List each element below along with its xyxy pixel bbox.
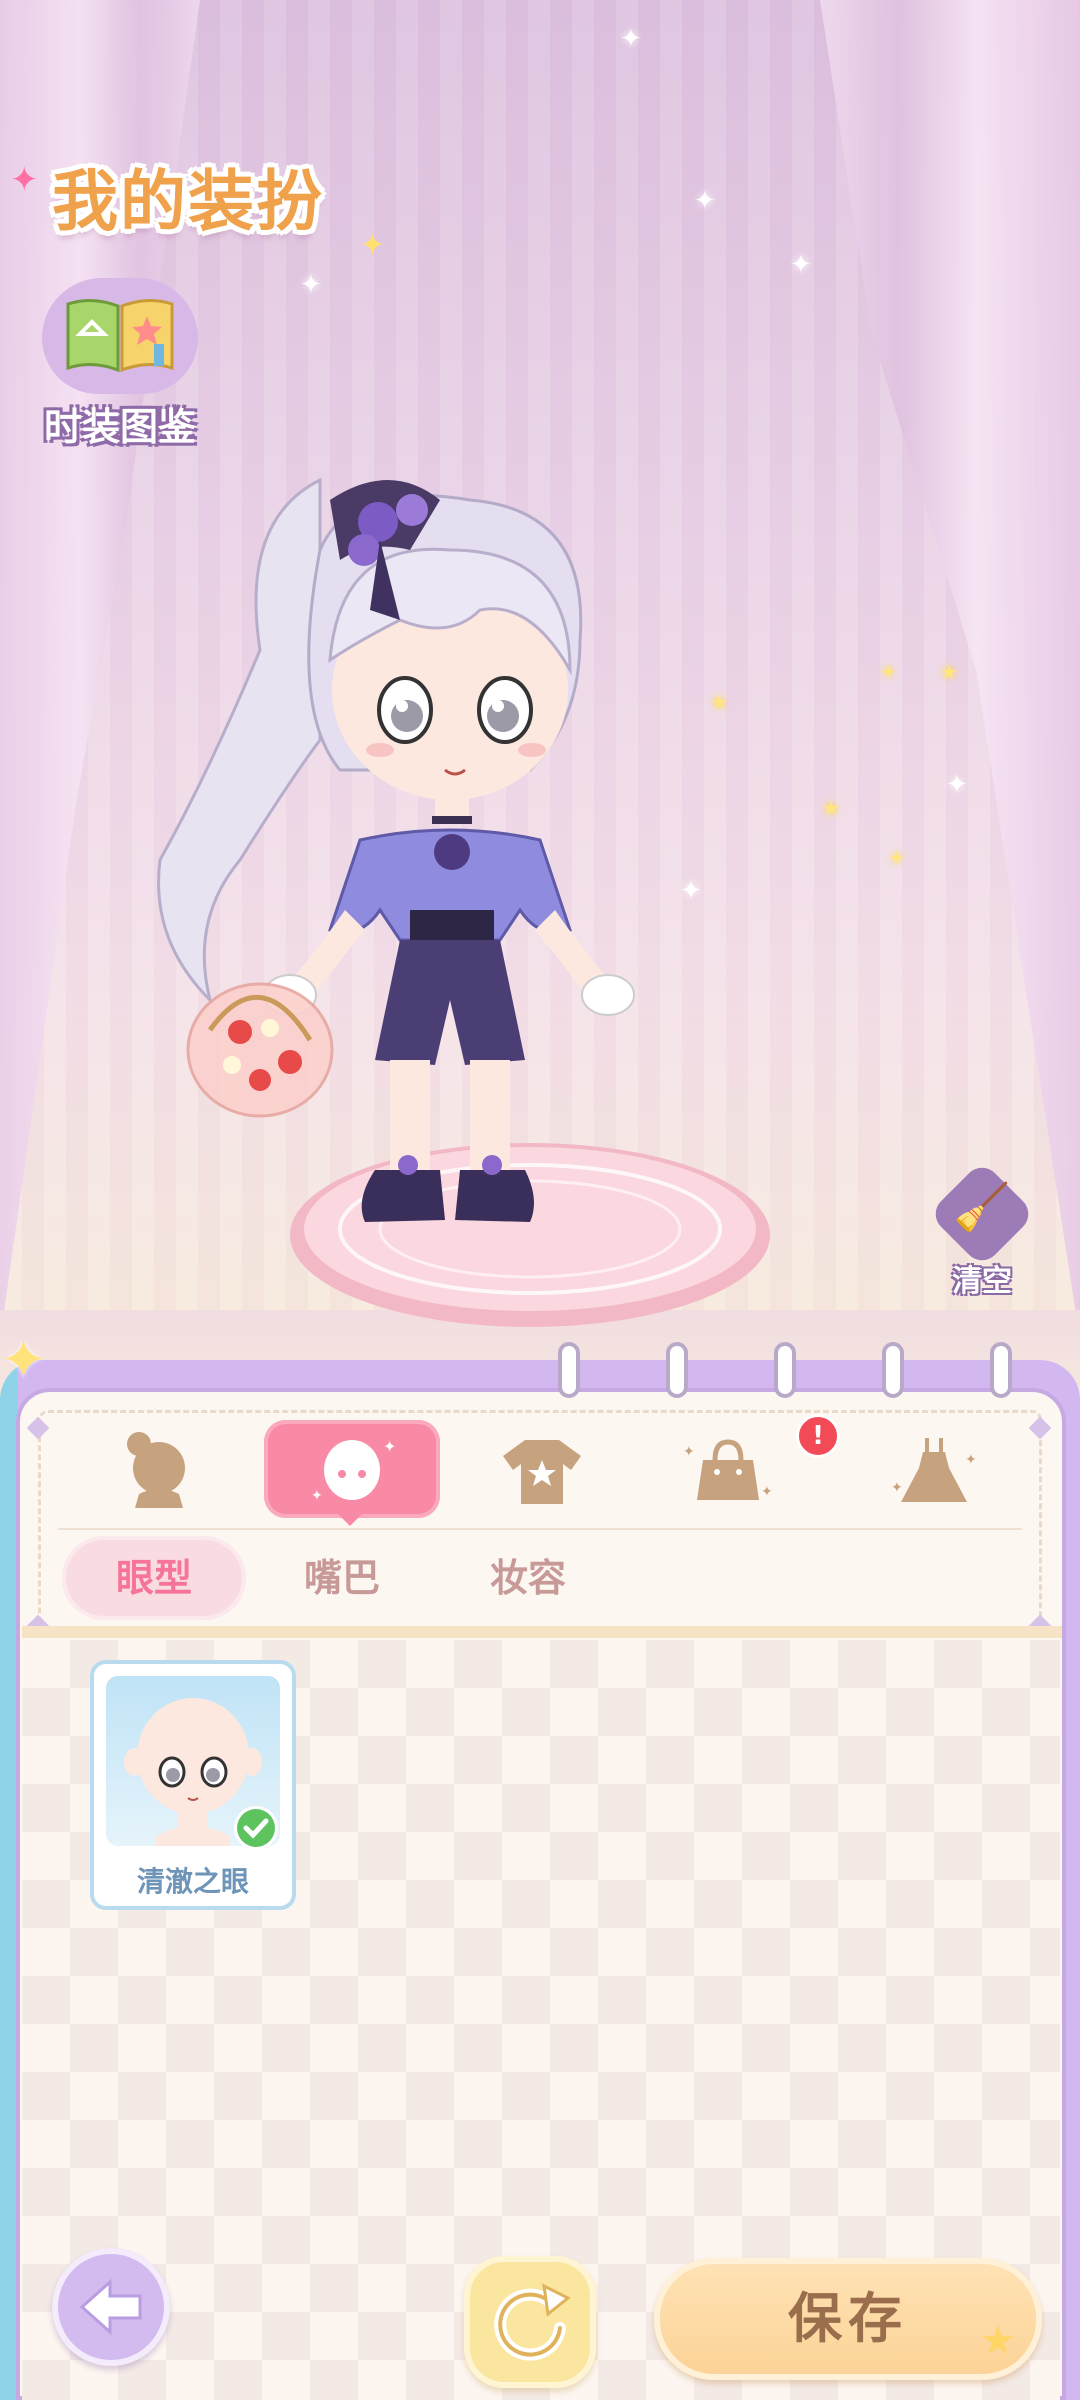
reset-button[interactable]	[464, 2256, 596, 2388]
new-item-badge: !	[796, 1414, 840, 1458]
sparkle-icon: ✦	[790, 250, 812, 280]
subtab-mouth[interactable]: 嘴巴	[262, 1536, 422, 1620]
binder-ring	[882, 1342, 904, 1398]
gold-sparkle-icon: ✦	[880, 660, 897, 684]
face-icon: ✦ ✦	[311, 1437, 396, 1504]
svg-text:✦: ✦	[311, 1488, 323, 1504]
panel-band	[22, 1626, 1062, 1638]
yellow-star-icon: ✦	[360, 228, 386, 263]
subtab-eye-shape[interactable]: 眼型	[62, 1536, 246, 1620]
catalog-book-icon	[66, 299, 174, 373]
refresh-icon	[494, 2283, 571, 2361]
gold-sparkle-icon: ✦	[888, 846, 905, 870]
sparkle-icon: ✦	[300, 270, 322, 300]
svg-text:✦: ✦	[761, 1484, 773, 1500]
binder-ring	[666, 1342, 688, 1398]
tab-face[interactable]: ✦ ✦	[264, 1420, 440, 1518]
tab-dress[interactable]: ✦ ✦	[846, 1420, 1022, 1518]
gold-sparkle-icon: ★	[940, 660, 958, 684]
tab-hair[interactable]	[66, 1420, 242, 1518]
sparkle-icon: ✦	[694, 186, 716, 216]
sparkle-icon: ✦	[620, 24, 642, 54]
handbag-icon: ✦ ✦	[683, 1439, 773, 1500]
gold-sparkle-icon: ★	[822, 796, 840, 820]
binder-ring	[990, 1342, 1012, 1398]
subtab-makeup[interactable]: 妆容	[448, 1536, 608, 1620]
back-button[interactable]	[52, 2248, 170, 2366]
page-title: 我的装扮	[52, 163, 324, 240]
binder-ring	[774, 1342, 796, 1398]
sparkle-icon: ✦	[946, 770, 968, 800]
item-name: 清澈之眼	[136, 1865, 249, 1898]
character-avatar	[157, 477, 635, 1222]
active-tab-caret	[336, 1512, 364, 1526]
tab-top[interactable]	[454, 1420, 630, 1518]
hair-silhouette-icon	[127, 1432, 185, 1508]
tabs-divider	[58, 1528, 1022, 1530]
dress-icon: ✦ ✦	[891, 1438, 977, 1502]
panel-star-icon: ✦	[0, 1328, 47, 1393]
clear-label: 清空	[952, 1264, 1012, 1299]
fashion-catalog-button[interactable]: 时装图鉴	[34, 272, 206, 452]
broom-icon: 🧹	[953, 1180, 1011, 1234]
save-star-icon: ★	[980, 2318, 1016, 2364]
svg-text:✦: ✦	[383, 1437, 396, 1456]
binder-ring	[558, 1342, 580, 1398]
svg-text:✦: ✦	[683, 1444, 695, 1460]
selected-check-icon	[234, 1806, 278, 1850]
svg-text:✦: ✦	[965, 1452, 977, 1468]
pink-star-icon: ✦	[10, 160, 39, 200]
gold-sparkle-icon: ★	[710, 690, 728, 714]
shirt-icon	[503, 1440, 581, 1504]
clear-outfit-button[interactable]: 🧹 清空	[928, 1160, 1040, 1302]
tab-accessory[interactable]: ✦ ✦	[640, 1420, 816, 1518]
svg-text:✦: ✦	[891, 1480, 903, 1496]
item-card[interactable]: 清澈之眼	[90, 1660, 296, 1910]
back-arrow-icon	[79, 2278, 142, 2336]
